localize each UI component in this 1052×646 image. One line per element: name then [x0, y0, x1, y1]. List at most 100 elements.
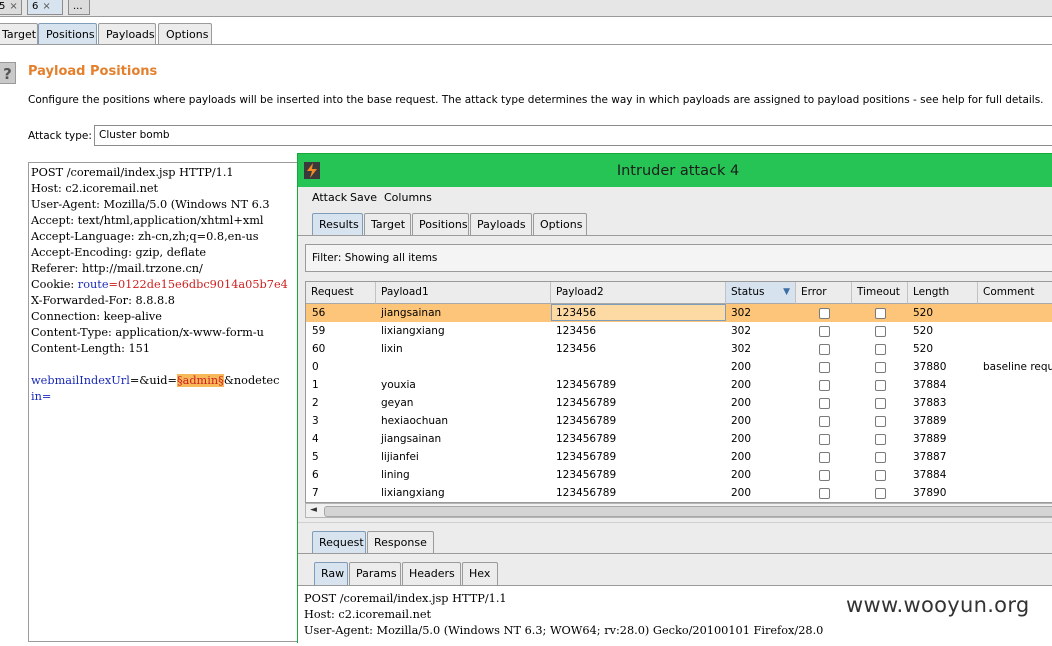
cell-request: 59 — [312, 325, 326, 337]
tab-request[interactable]: Request — [312, 531, 366, 554]
error-checkbox[interactable] — [819, 434, 830, 445]
table-row[interactable]: 59 lixiangxiang 123456 302 520 — [306, 322, 1052, 340]
cell-status: 200 — [731, 469, 752, 481]
tab-results[interactable]: Results — [312, 213, 363, 236]
cell-payload1: lining — [381, 469, 410, 481]
tab-raw[interactable]: Raw — [314, 562, 348, 585]
scroll-left-icon[interactable]: ◄ — [310, 504, 317, 517]
tab-payloads[interactable]: Payloads — [470, 213, 532, 236]
tab-divider — [298, 235, 1052, 236]
table-row[interactable]: 60 lixin 123456 302 520 — [306, 340, 1052, 358]
tab-response[interactable]: Response — [367, 531, 434, 554]
cell-payload2: 123456 — [556, 325, 597, 337]
column-header-timeout[interactable]: Timeout — [852, 282, 908, 304]
tab-target[interactable]: Target — [0, 23, 38, 45]
tab-options[interactable]: Options — [533, 213, 587, 236]
timeout-checkbox[interactable] — [875, 326, 886, 337]
table-row[interactable]: 4 jiangsainan 123456789 200 37889 — [306, 430, 1052, 448]
session-tab-6[interactable]: 6 × — [27, 0, 63, 15]
timeout-checkbox[interactable] — [875, 380, 886, 391]
cell-comment: baseline reque — [983, 361, 1052, 373]
menu-save[interactable]: Save — [350, 191, 377, 204]
error-checkbox[interactable] — [819, 380, 830, 391]
timeout-checkbox[interactable] — [875, 452, 886, 463]
menu-attack[interactable]: Attack — [312, 191, 347, 204]
cell-length: 37889 — [913, 415, 947, 427]
tab-target[interactable]: Target — [364, 213, 411, 236]
cell-payload1: lijianfei — [381, 451, 419, 463]
cell-status: 302 — [731, 325, 752, 337]
body-line: in= — [31, 390, 52, 403]
error-checkbox[interactable] — [819, 308, 830, 319]
cell-request: 56 — [312, 307, 326, 319]
request-line: User-Agent: Mozilla/5.0 (Windows NT 6.3 — [31, 198, 270, 211]
request-editor[interactable]: POST /coremail/index.jsp HTTP/1.1 Host: … — [28, 162, 328, 642]
timeout-checkbox[interactable] — [875, 308, 886, 319]
horizontal-scrollbar[interactable]: ◄ — [305, 503, 1052, 518]
help-icon[interactable]: ? — [0, 62, 16, 84]
cell-payload1: lixiangxiang — [381, 487, 445, 499]
column-header-status[interactable]: Status ▼ — [726, 282, 796, 304]
split-pane-divider[interactable] — [298, 522, 1052, 529]
error-checkbox[interactable] — [819, 344, 830, 355]
error-checkbox[interactable] — [819, 452, 830, 463]
tab-positions[interactable]: Positions — [412, 213, 469, 236]
timeout-checkbox[interactable] — [875, 416, 886, 427]
column-header-length[interactable]: Length — [908, 282, 978, 304]
column-header-request[interactable]: Request — [306, 282, 376, 304]
column-header-error[interactable]: Error — [796, 282, 852, 304]
timeout-checkbox[interactable] — [875, 470, 886, 481]
column-header-payload1[interactable]: Payload1 — [376, 282, 551, 304]
tab-options[interactable]: Options — [158, 23, 212, 45]
cell-payload2: 123456789 — [556, 433, 617, 445]
table-row[interactable]: 1 youxia 123456789 200 37884 — [306, 376, 1052, 394]
close-icon[interactable]: × — [9, 1, 17, 12]
session-tab-label: 6 — [32, 1, 39, 12]
table-row[interactable]: 56 jiangsainan 123456 302 520 — [306, 304, 1052, 322]
table-row[interactable]: 3 hexiaochuan 123456789 200 37889 — [306, 412, 1052, 430]
cell-payload1: hexiaochuan — [381, 415, 449, 427]
timeout-checkbox[interactable] — [875, 398, 886, 409]
cookie-key: Cookie: — [31, 278, 78, 291]
session-tab-more[interactable]: ... — [68, 0, 90, 15]
table-row[interactable]: 0 200 37880 baseline reque — [306, 358, 1052, 376]
window-title: Intruder attack 4 — [616, 163, 740, 179]
session-tab-5[interactable]: 5 × — [0, 0, 22, 15]
close-icon[interactable]: × — [42, 1, 50, 12]
filter-bar[interactable]: Filter: Showing all items — [305, 244, 1052, 272]
error-checkbox[interactable] — [819, 488, 830, 499]
timeout-checkbox[interactable] — [875, 362, 886, 373]
attack-type-select[interactable]: Cluster bomb — [94, 125, 1052, 146]
payload-marker[interactable]: §admin§ — [176, 374, 224, 387]
table-row[interactable]: 7 lixiangxiang 123456789 200 37890 — [306, 484, 1052, 502]
menu-columns[interactable]: Columns — [384, 191, 432, 204]
request-line: X-Forwarded-For: 8.8.8.8 — [31, 294, 175, 307]
scrollbar-thumb[interactable] — [324, 506, 1052, 517]
results-table: Request Payload1 Payload2 Status ▼ Error … — [305, 281, 1052, 503]
table-row[interactable]: 2 geyan 123456789 200 37883 — [306, 394, 1052, 412]
column-header-comment[interactable]: Comment — [978, 282, 1052, 304]
table-row[interactable]: 5 lijianfei 123456789 200 37887 — [306, 448, 1052, 466]
timeout-checkbox[interactable] — [875, 344, 886, 355]
timeout-checkbox[interactable] — [875, 488, 886, 499]
error-checkbox[interactable] — [819, 398, 830, 409]
tab-hex[interactable]: Hex — [462, 562, 498, 585]
tab-params[interactable]: Params — [349, 562, 401, 585]
sort-desc-icon: ▼ — [783, 287, 790, 297]
error-checkbox[interactable] — [819, 416, 830, 427]
error-checkbox[interactable] — [819, 326, 830, 337]
tab-positions[interactable]: Positions — [38, 23, 97, 45]
timeout-checkbox[interactable] — [875, 434, 886, 445]
error-checkbox[interactable] — [819, 470, 830, 481]
column-header-payload2[interactable]: Payload2 — [551, 282, 726, 304]
table-row[interactable]: 6 lining 123456789 200 37884 — [306, 466, 1052, 484]
cell-length: 37883 — [913, 397, 947, 409]
body-text: &nodetec — [223, 374, 280, 387]
watermark: www.wooyun.org — [846, 593, 1030, 617]
tab-headers[interactable]: Headers — [402, 562, 461, 585]
cell-length: 37889 — [913, 433, 947, 445]
cell-payload2: 123456 — [556, 343, 597, 355]
tab-payloads[interactable]: Payloads — [98, 23, 156, 45]
request-line: Accept-Language: zh-cn,zh;q=0.8,en-us — [31, 230, 259, 243]
error-checkbox[interactable] — [819, 362, 830, 373]
